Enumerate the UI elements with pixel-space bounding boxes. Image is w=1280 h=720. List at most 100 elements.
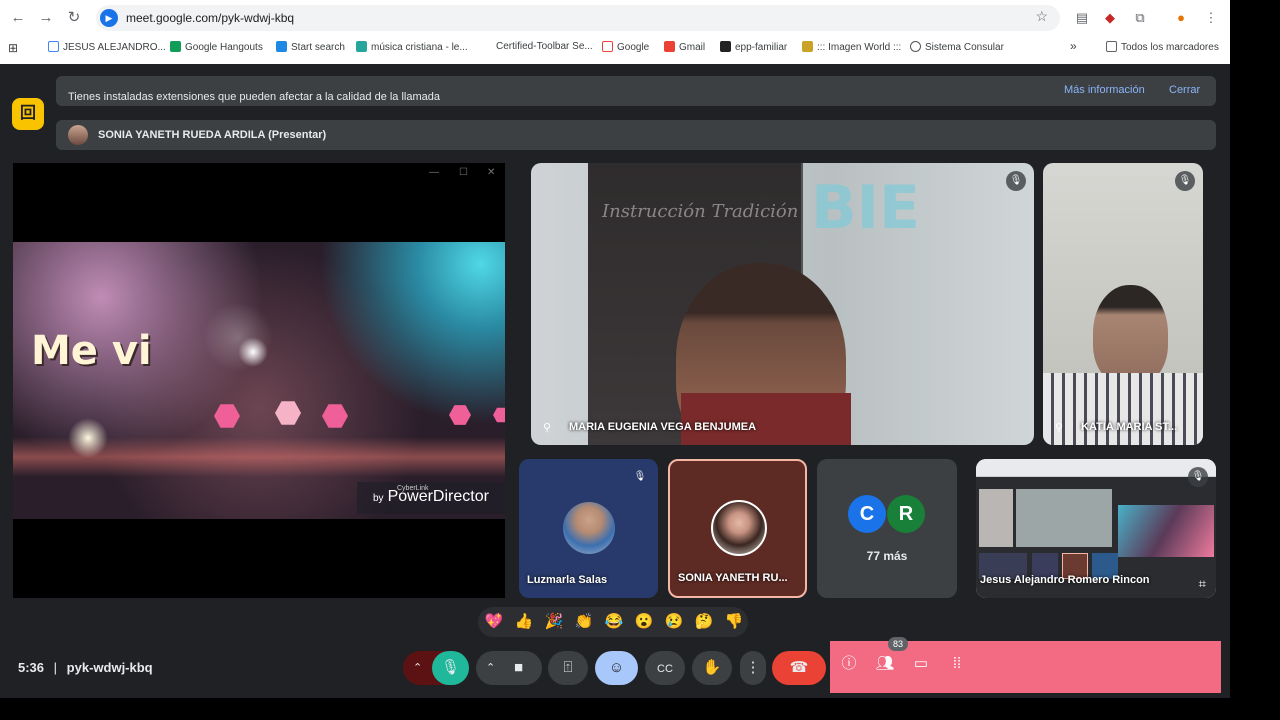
participant-tile-katia[interactable]: ⚲ KATIA MARIA ST... 🎙︎ — [1043, 163, 1203, 445]
participant-tile-maria[interactable]: Instrucción Tradición BIE ⚲ MARIA EUGENI… — [531, 163, 1034, 445]
video-title-text: Me vi — [31, 328, 152, 374]
captions-button[interactable]: CC — [645, 651, 685, 685]
hexagon-shape — [214, 404, 240, 428]
reaction-party-button[interactable]: 🎉 — [542, 612, 566, 632]
pin-icon[interactable]: ⚲ — [1055, 421, 1063, 434]
browser-toolbar: ← → ↻ ▶ meet.google.com/pyk-wdwj-kbq ☆ ▤… — [0, 0, 1230, 36]
meeting-time: 5:36 — [18, 660, 45, 675]
participant-count-badge: 83 — [888, 637, 908, 651]
mic-off-icon: 🎙︎ — [440, 659, 461, 676]
present-button[interactable]: ⍐ — [548, 651, 588, 685]
shared-video: Me vi by PowerDirector CyberLink — [13, 242, 505, 519]
camera-control-group: ⌃ ■ — [476, 651, 542, 685]
participant-tile-jesus[interactable]: Jesus Alejandro Romero Rincon ⌗ 🎙︎ — [976, 459, 1216, 598]
bookmark-item[interactable]: Gmail — [664, 41, 705, 53]
side-controls-panel: ⓘ 👥︎ ▭ ⁞⁞ — [830, 641, 1221, 693]
bookmark-item[interactable]: ::: Imagen World ::: — [802, 41, 901, 53]
presenting-bar: SONIA YANETH RUEDA ARDILA (Presentar) — [56, 120, 1216, 150]
google-g-icon — [48, 41, 59, 52]
imageworld-icon — [802, 41, 813, 52]
bookmark-item[interactable]: Sistema Consular — [910, 41, 1004, 53]
raise-hand-button[interactable]: ✋ — [692, 651, 732, 685]
info-icon[interactable]: ⓘ — [838, 653, 860, 675]
light-flare — [68, 418, 108, 458]
divider: | — [53, 660, 58, 675]
bookmarks-overflow-icon[interactable]: » — [1070, 39, 1077, 53]
participant-tile-sonia[interactable]: SONIA YANETH RU... — [668, 459, 807, 598]
pin-icon[interactable]: ⚲ — [543, 421, 551, 434]
shared-screen[interactable]: — ☐ ✕ Me vi by PowerDirector CyberLink — [13, 163, 505, 598]
profile-avatar-icon[interactable]: ● — [1172, 9, 1190, 27]
reaction-surprised-button[interactable]: 😮 — [632, 612, 656, 632]
others-tile[interactable]: C R 77 más — [817, 459, 957, 598]
participant-video — [1093, 285, 1168, 385]
all-bookmarks-folder[interactable]: Todos los marcadores — [1106, 41, 1219, 53]
reaction-thinking-button[interactable]: 🤔 — [692, 612, 716, 632]
bookmark-item[interactable]: música cristiana - le... — [356, 41, 468, 53]
reaction-sad-button[interactable]: 😢 — [662, 612, 686, 632]
more-info-link[interactable]: Más información — [1064, 84, 1145, 96]
shield-extension-icon[interactable]: ◆ — [1101, 9, 1119, 27]
google-g-icon — [602, 41, 613, 52]
bookmark-item[interactable]: Google Hangouts — [170, 41, 263, 53]
participant-name: MARIA EUGENIA VEGA BENJUMEA — [569, 421, 757, 433]
activities-icon[interactable]: ⁞⁞ — [946, 653, 968, 675]
powerdirector-logo: by PowerDirector CyberLink — [357, 482, 505, 514]
bookmark-item[interactable]: Start search — [276, 41, 345, 53]
participant-name: KATIA MARIA ST... — [1081, 421, 1178, 433]
bookmark-item[interactable]: Google — [602, 41, 649, 53]
extension-warning-icon[interactable]: 回 — [12, 98, 44, 130]
browser-chrome: ← → ↻ ▶ meet.google.com/pyk-wdwj-kbq ☆ ▤… — [0, 0, 1230, 64]
participant-clothing — [681, 393, 851, 445]
folder-icon — [1106, 41, 1117, 52]
reaction-heart-button[interactable]: 💖 — [482, 612, 506, 632]
avatar-initial: R — [887, 495, 925, 533]
mic-off-icon: 🎙︎ — [1175, 171, 1195, 191]
reload-icon[interactable]: ↻ — [64, 8, 84, 28]
banner-text: Tienes instaladas extensiones que pueden… — [68, 91, 441, 103]
clipboard-extension-icon[interactable]: ▤ — [1073, 9, 1091, 27]
screen-bottom-edge — [0, 698, 1230, 720]
camera-options-chevron-icon[interactable]: ⌃ — [486, 651, 495, 685]
mic-toggle-button[interactable]: 🎙︎ — [432, 651, 469, 685]
mic-off-icon: 🎙︎ — [1006, 171, 1026, 191]
address-bar[interactable]: ▶ meet.google.com/pyk-wdwj-kbq ☆ — [96, 5, 1060, 31]
bookmark-item[interactable]: JESUS ALEJANDRO... — [48, 41, 166, 53]
mic-off-icon: 🎙︎ — [1188, 467, 1208, 487]
hexagon-shape — [493, 407, 505, 423]
consular-seal-icon — [910, 41, 921, 52]
crop-icon[interactable]: ⌗ — [1199, 576, 1206, 592]
emoji-button[interactable]: ☺ — [595, 651, 638, 685]
back-icon[interactable]: ← — [8, 8, 28, 28]
screen-edge — [1230, 0, 1280, 720]
reaction-clap-button[interactable]: 👏 — [572, 612, 596, 632]
close-banner-button[interactable]: Cerrar — [1169, 84, 1200, 96]
bokeh-cluster — [203, 302, 273, 372]
extensions-puzzle-icon[interactable]: ⧉ — [1131, 9, 1149, 27]
participant-name: Jesus Alejandro Romero Rincon — [980, 574, 1150, 586]
bookmark-item[interactable]: Certified-Toolbar Se... — [496, 41, 593, 52]
reaction-thumbs-up-button[interactable]: 👍 — [512, 612, 536, 632]
forward-icon[interactable]: → — [36, 8, 56, 28]
more-options-button[interactable]: ⋮ — [740, 651, 766, 685]
apps-grid-icon[interactable]: ⊞ — [8, 41, 18, 55]
chat-icon[interactable]: ▭ — [910, 653, 932, 675]
bookmark-item[interactable]: epp-familiar — [720, 41, 787, 53]
avatar — [711, 500, 767, 556]
gmail-icon — [664, 41, 675, 52]
people-icon[interactable]: 👥︎ — [874, 653, 896, 675]
wix-icon — [720, 41, 731, 52]
leave-call-button[interactable]: ☎ — [772, 651, 826, 685]
reaction-laugh-button[interactable]: 😂 — [602, 612, 626, 632]
avatar-initial: C — [848, 495, 886, 533]
url-text[interactable]: meet.google.com/pyk-wdwj-kbq — [126, 11, 294, 25]
maximize-icon: ☐ — [459, 167, 468, 178]
bookmark-star-icon[interactable]: ☆ — [1035, 8, 1048, 25]
reaction-thumbs-down-button[interactable]: 👎 — [722, 612, 746, 632]
participant-tile-luzmarla[interactable]: Luzmarla Salas 🎙︎ — [519, 459, 658, 598]
mic-options-chevron-icon[interactable]: ⌃ — [413, 651, 422, 685]
close-icon: ✕ — [487, 167, 496, 178]
more-vert-icon: ⋮ — [745, 659, 761, 676]
camera-icon[interactable]: ■ — [514, 651, 523, 685]
browser-menu-icon[interactable]: ⋮ — [1202, 9, 1220, 27]
